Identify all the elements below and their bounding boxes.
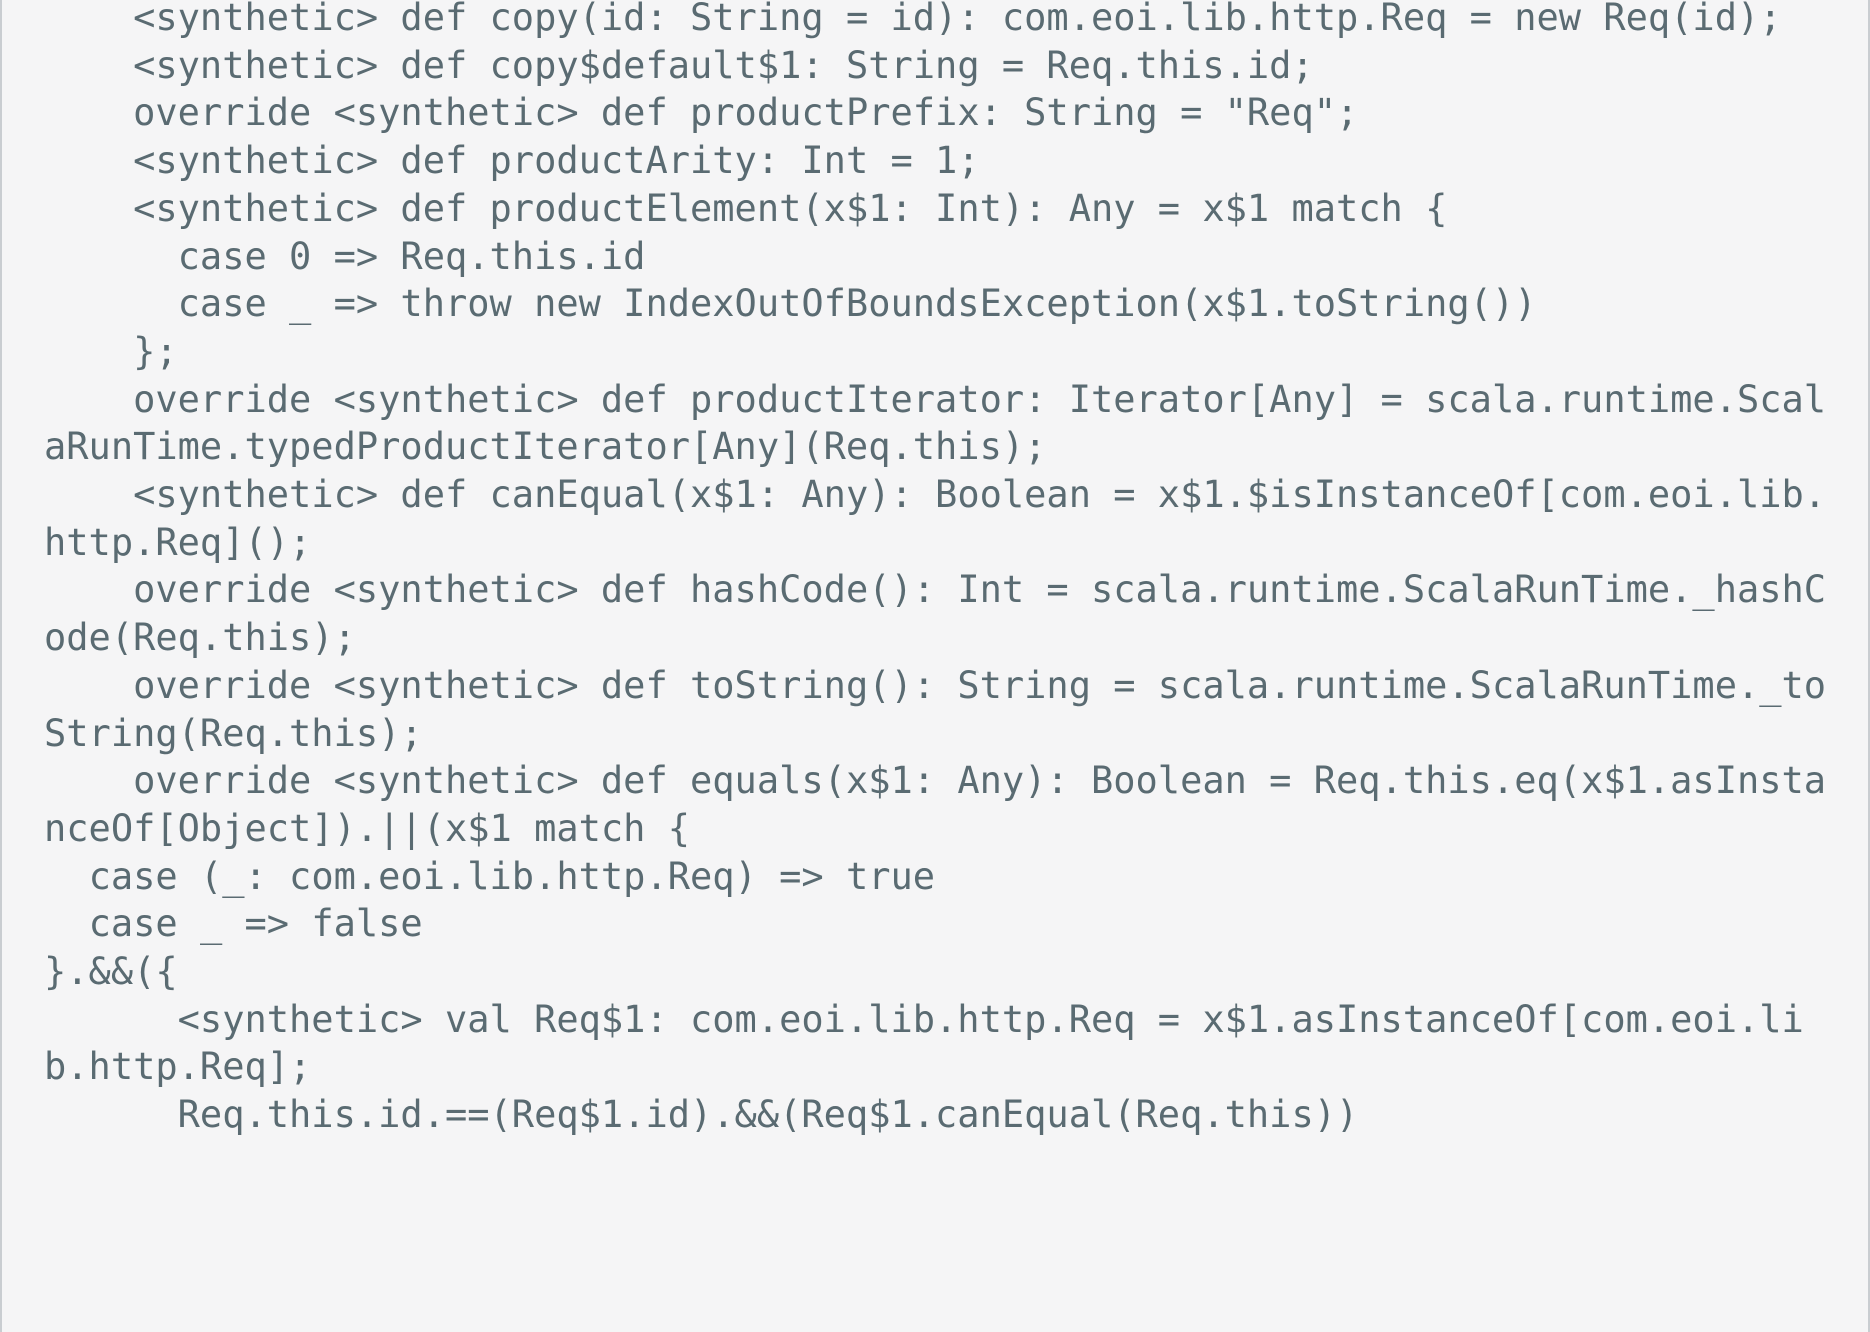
code-output-pane[interactable]: <synthetic> def copy(id: String = id): c…: [0, 0, 1870, 1332]
code-text[interactable]: <synthetic> def copy(id: String = id): c…: [44, 0, 1830, 1139]
